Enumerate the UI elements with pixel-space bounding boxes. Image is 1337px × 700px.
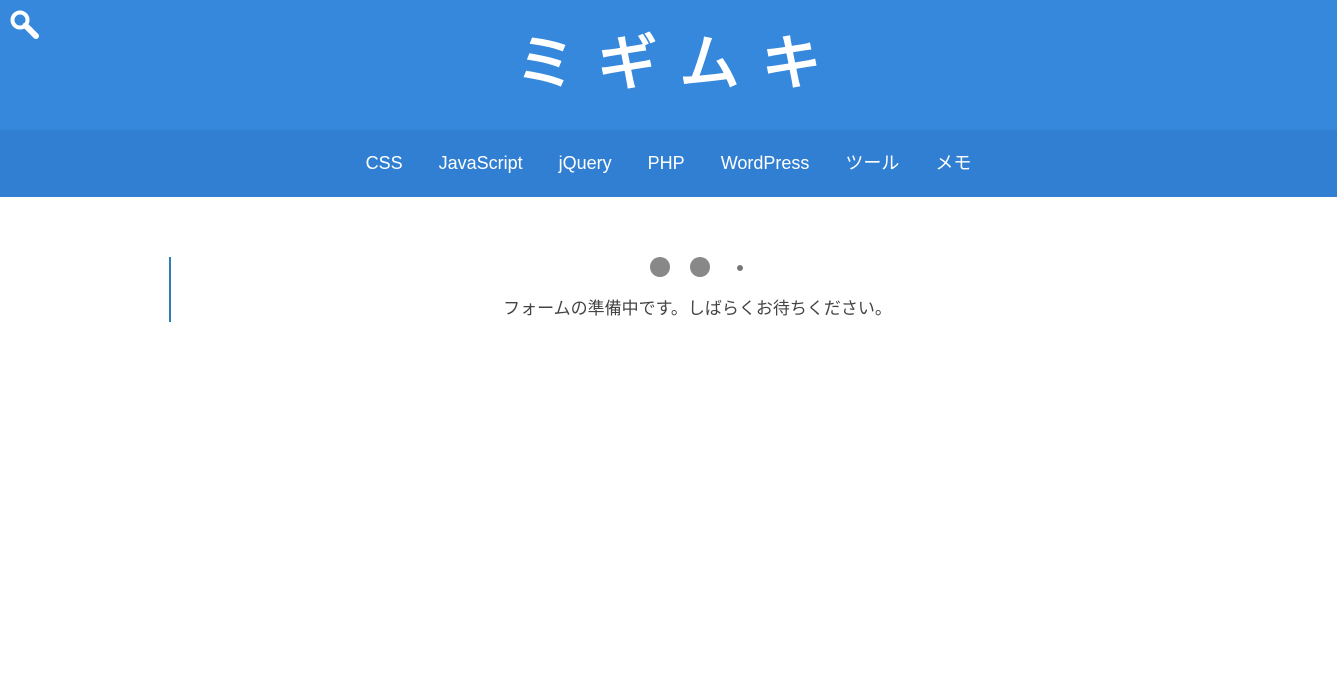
site-header: ミギムキ (0, 0, 1337, 130)
nav-item-javascript[interactable]: JavaScript (421, 130, 541, 197)
nav-item-tools[interactable]: ツール (827, 130, 917, 197)
main-nav: CSS JavaScript jQuery PHP WordPress ツール … (0, 130, 1337, 197)
nav-item-css[interactable]: CSS (348, 130, 421, 197)
nav-item-jquery[interactable]: jQuery (541, 130, 630, 197)
loading-message: フォームの準備中です。しばらくお待ちください。 (503, 299, 892, 319)
main-content: フォームの準備中です。しばらくお待ちください。 (0, 197, 1337, 700)
nav-item-php[interactable]: PHP (630, 130, 703, 197)
loading-dot (737, 265, 743, 271)
loading-dot (690, 257, 710, 277)
nav-item-wordpress[interactable]: WordPress (703, 130, 828, 197)
loading-dot (650, 257, 670, 277)
loading-dots (650, 257, 750, 277)
site-title[interactable]: ミギムキ (0, 22, 1337, 106)
nav-item-memo[interactable]: メモ (917, 130, 989, 197)
